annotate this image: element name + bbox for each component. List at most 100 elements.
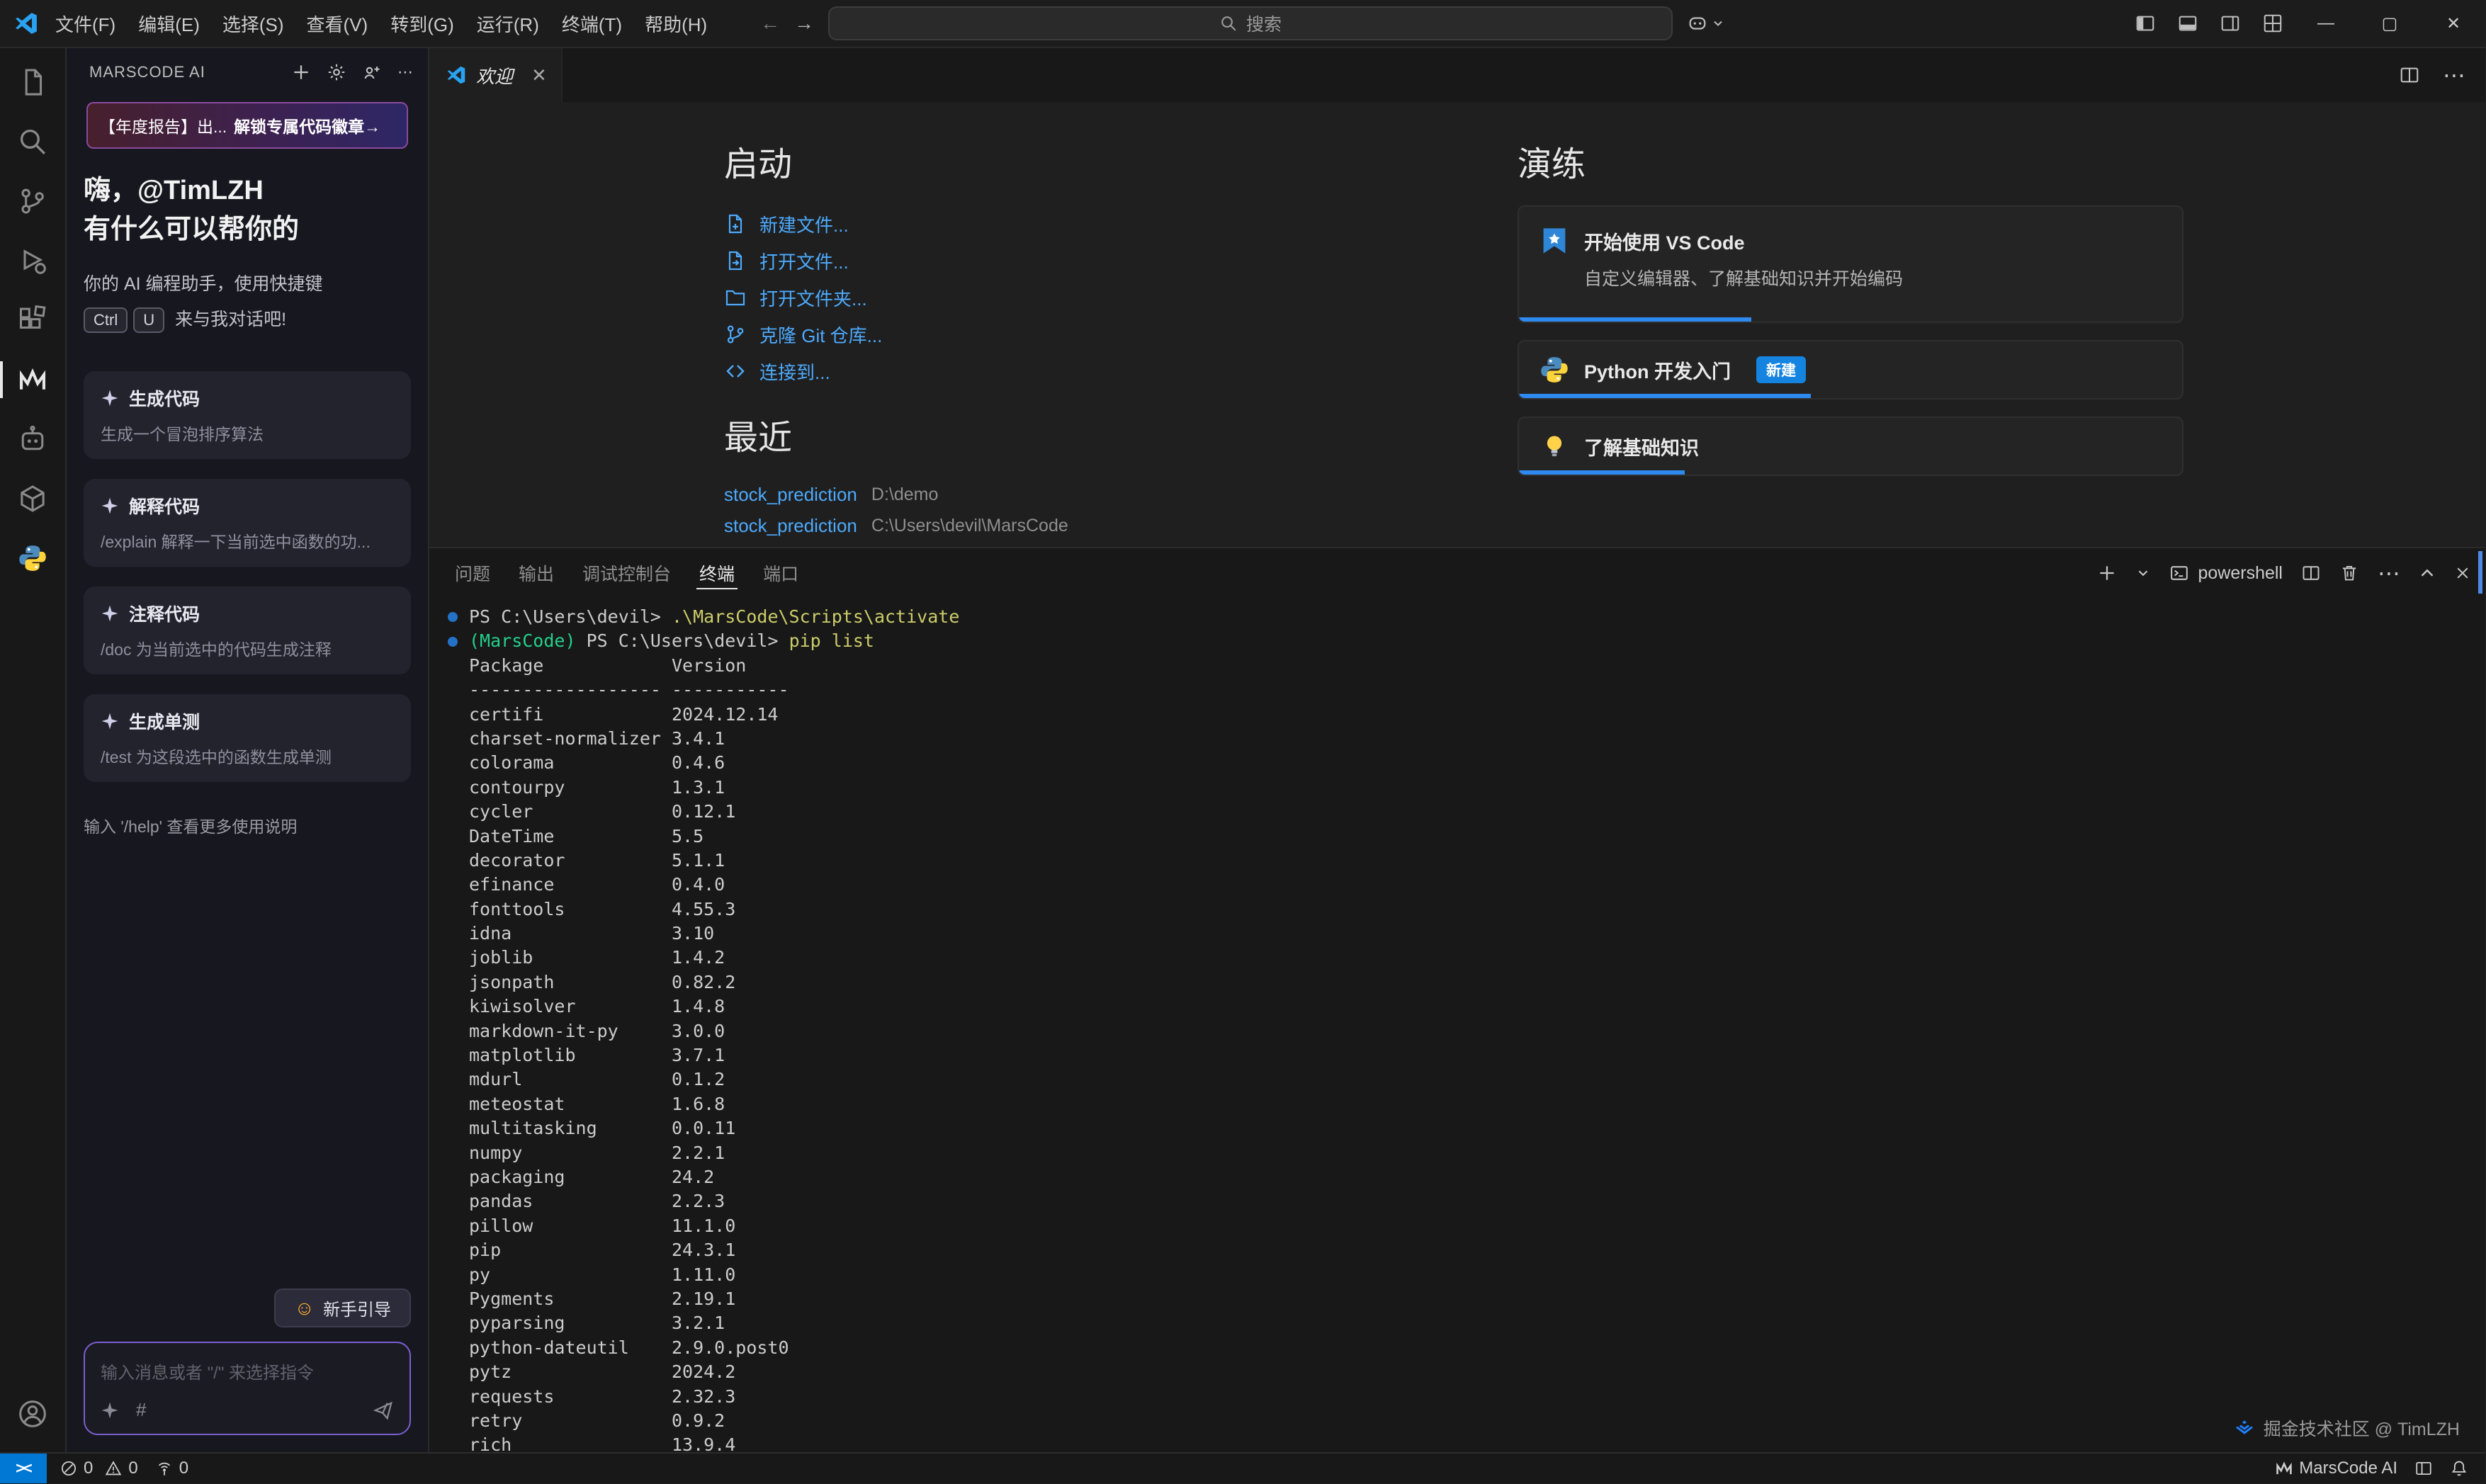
split-editor-icon[interactable] (2399, 64, 2420, 86)
tab-close-icon[interactable]: ✕ (531, 64, 547, 86)
marscode-icon[interactable] (0, 350, 65, 409)
more-icon[interactable]: ⋯ (397, 62, 414, 82)
source-control-icon[interactable] (0, 171, 65, 231)
promo-banner[interactable]: 【年度报告】出... 解锁专属代码徽章→ (86, 102, 408, 149)
package-row: cycler0.12.1 (446, 800, 2485, 824)
panel-tab-terminal[interactable]: 终端 (685, 548, 749, 598)
suggestion-card[interactable]: 注释代码 /doc 为当前选中的代码生成注释 (84, 587, 411, 674)
menu-item[interactable]: 运行(R) (465, 6, 550, 41)
package-row: charset-normalizer3.4.1 (446, 727, 2485, 751)
sidebar-title: MARSCODE AI (89, 63, 205, 81)
promo-link: 解锁专属代码徽章→ (234, 113, 380, 137)
copilot-menu[interactable] (1687, 13, 1725, 34)
package-row: pillow11.1.0 (446, 1214, 2485, 1238)
tab-welcome[interactable]: 欢迎 ✕ (429, 48, 563, 102)
window-maximize-button[interactable]: ▢ (2358, 0, 2422, 47)
suggestion-card[interactable]: 生成单测 /test 为这段选中的函数生成单测 (84, 694, 411, 782)
connect-to-link[interactable]: 连接到... (724, 353, 1347, 390)
marscode-status[interactable]: MarsCode AI (2275, 1458, 2397, 1478)
window-minimize-button[interactable]: — (2294, 0, 2358, 47)
panel-tab-output[interactable]: 输出 (504, 548, 568, 598)
toggle-panel-icon[interactable] (2166, 5, 2209, 42)
recent-item[interactable]: stock_prediction C:\Users\devil\MarsCode (724, 510, 1347, 541)
panel-tab-problems[interactable]: 问题 (441, 548, 504, 598)
panel-tab-debug-console[interactable]: 调试控制台 (568, 548, 685, 598)
package-row: kiwisolver1.4.8 (446, 995, 2485, 1019)
activity-bar (0, 48, 67, 1452)
run-debug-icon[interactable] (0, 231, 65, 290)
new-file-link[interactable]: 新建文件... (724, 205, 1347, 242)
open-file-link[interactable]: 打开文件... (724, 242, 1347, 279)
walkthrough-fundamentals[interactable]: 了解基础知识 (1518, 417, 2183, 476)
toggle-sidebar-icon[interactable] (2124, 5, 2166, 42)
package-row: pytz2024.2 (446, 1360, 2485, 1384)
package-icon[interactable] (0, 469, 65, 528)
recent-item[interactable]: stock_prediction D:\demo (724, 479, 1347, 510)
trash-icon[interactable] (2339, 563, 2359, 583)
hash-icon[interactable]: # (136, 1399, 146, 1421)
panel-more-icon[interactable]: ⋯ (2378, 560, 2400, 587)
share-icon[interactable] (362, 62, 382, 82)
package-row: DateTime5.5 (446, 825, 2485, 849)
panel-tab-ports[interactable]: 端口 (749, 548, 813, 598)
walkthrough-python[interactable]: Python 开发入门 新建 (1518, 340, 2183, 400)
sparkle-icon (101, 497, 119, 515)
terminal-dropdown-icon[interactable] (2135, 565, 2151, 581)
watermark: 掘金技术社区 @ TimLZH (2235, 1415, 2460, 1441)
nav-back-icon[interactable]: ← (760, 12, 780, 35)
layout-status-icon[interactable] (2414, 1459, 2433, 1478)
chat-input[interactable]: 输入消息或者 "/" 来选择指令 # (84, 1342, 411, 1435)
menu-item[interactable]: 转到(G) (379, 6, 465, 41)
help-hint: 输入 '/help' 查看更多使用说明 (84, 813, 411, 837)
key-ctrl: Ctrl (84, 307, 128, 333)
new-terminal-icon[interactable] (2097, 563, 2117, 583)
sparkle-icon[interactable] (101, 1401, 119, 1420)
terminal-scrollbar[interactable] (2478, 551, 2482, 594)
window-close-button[interactable]: ✕ (2422, 0, 2485, 47)
panel-maximize-icon[interactable] (2419, 565, 2436, 582)
suggestion-card[interactable]: 解释代码 /explain 解释一下当前选中函数的功... (84, 479, 411, 567)
send-icon[interactable] (373, 1400, 394, 1421)
open-folder-link[interactable]: 打开文件夹... (724, 279, 1347, 316)
bell-icon[interactable] (2450, 1459, 2468, 1478)
remote-indicator[interactable]: >< (0, 1454, 47, 1483)
terminal-instance[interactable]: powershell (2169, 563, 2283, 584)
gear-icon[interactable] (327, 62, 346, 82)
walkthrough-get-started[interactable]: 开始使用 VS Code 自定义编辑器、了解基础知识并开始编码 (1518, 205, 2183, 323)
account-icon[interactable] (0, 1384, 65, 1444)
menu-item[interactable]: 文件(F) (44, 6, 127, 41)
ports-status[interactable]: 0 (155, 1458, 188, 1478)
problems-status[interactable]: 0 0 (60, 1458, 138, 1478)
explorer-icon[interactable] (0, 52, 65, 112)
onboarding-button[interactable]: ☺ 新手引导 (274, 1288, 411, 1327)
extensions-icon[interactable] (0, 290, 65, 350)
menu-item[interactable]: 终端(T) (550, 6, 633, 41)
vscode-window: 文件(F)编辑(E)选择(S)查看(V)转到(G)运行(R)终端(T)帮助(H)… (0, 0, 2485, 1483)
package-row: mdurl0.1.2 (446, 1067, 2485, 1092)
python-walkthrough-icon (1539, 354, 1570, 385)
customize-layout-icon[interactable] (2251, 5, 2294, 42)
search-nav-icon[interactable] (0, 112, 65, 171)
package-row: multitasking0.0.11 (446, 1116, 2485, 1140)
panel-close-icon[interactable] (2454, 565, 2471, 582)
menu-item[interactable]: 查看(V) (295, 6, 380, 41)
editor-more-icon[interactable]: ⋯ (2443, 62, 2465, 89)
suggestion-card[interactable]: 生成代码 生成一个冒泡排序算法 (84, 371, 411, 459)
nav-forward-icon[interactable]: → (794, 12, 814, 35)
smiley-icon: ☺ (294, 1298, 315, 1318)
new-badge: 新建 (1756, 356, 1806, 383)
python-icon[interactable] (0, 528, 65, 588)
command-center-search[interactable]: 搜索 (828, 6, 1673, 40)
menu-item[interactable]: 选择(S) (211, 6, 295, 41)
recent-item[interactable]: demo D:\ (724, 541, 1347, 547)
clone-repo-link[interactable]: 克隆 Git 仓库... (724, 316, 1347, 353)
menu-item[interactable]: 帮助(H) (633, 6, 718, 41)
ai-agent-icon[interactable] (0, 409, 65, 469)
package-row: idna3.10 (446, 922, 2485, 946)
new-chat-icon[interactable] (291, 62, 311, 82)
menu-item[interactable]: 编辑(E) (127, 6, 211, 41)
warning-icon (104, 1459, 123, 1478)
terminal-output[interactable]: PS C:\Users\devil> .\MarsCode\Scripts\ac… (429, 598, 2485, 1452)
toggle-secondary-sidebar-icon[interactable] (2209, 5, 2251, 42)
split-terminal-icon[interactable] (2301, 563, 2321, 583)
